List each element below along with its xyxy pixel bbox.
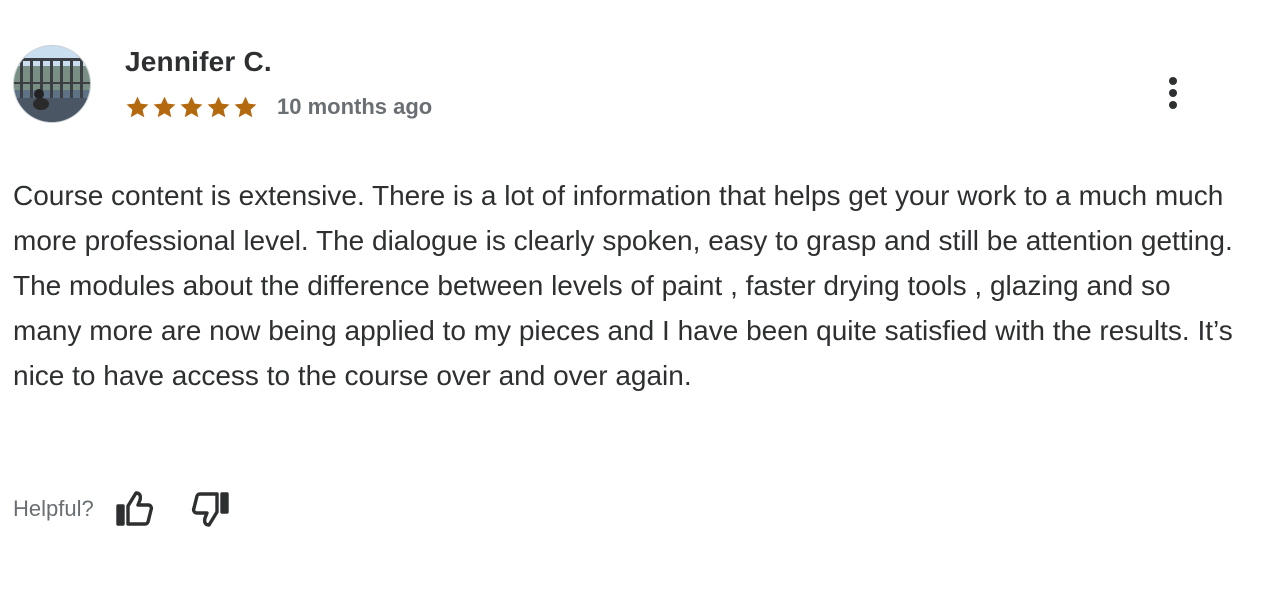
helpful-row: Helpful? xyxy=(13,488,231,530)
star-rating xyxy=(125,95,258,120)
thumbs-up-button[interactable] xyxy=(114,488,156,530)
thumbs-down-icon xyxy=(191,492,229,527)
more-options-button[interactable] xyxy=(1156,72,1190,114)
star-icon xyxy=(234,96,257,117)
star-icon xyxy=(153,96,176,117)
review-card: Jennifer C. 10 months ago Course content… xyxy=(0,0,1268,590)
star-icon xyxy=(207,96,230,117)
avatar xyxy=(13,45,91,123)
star-icon xyxy=(126,96,149,117)
thumbs-up-icon xyxy=(116,491,153,526)
thumbs-down-button[interactable] xyxy=(189,488,231,530)
star-icon xyxy=(180,96,203,117)
review-text: Course content is extensive. There is a … xyxy=(13,180,1233,391)
review-date: 10 months ago xyxy=(277,94,433,119)
vertical-dots-icon xyxy=(1169,77,1177,109)
reviewer-name: Jennifer C. xyxy=(125,46,272,77)
rating-row: 10 months ago xyxy=(125,91,432,123)
helpful-label: Helpful? xyxy=(13,496,94,521)
